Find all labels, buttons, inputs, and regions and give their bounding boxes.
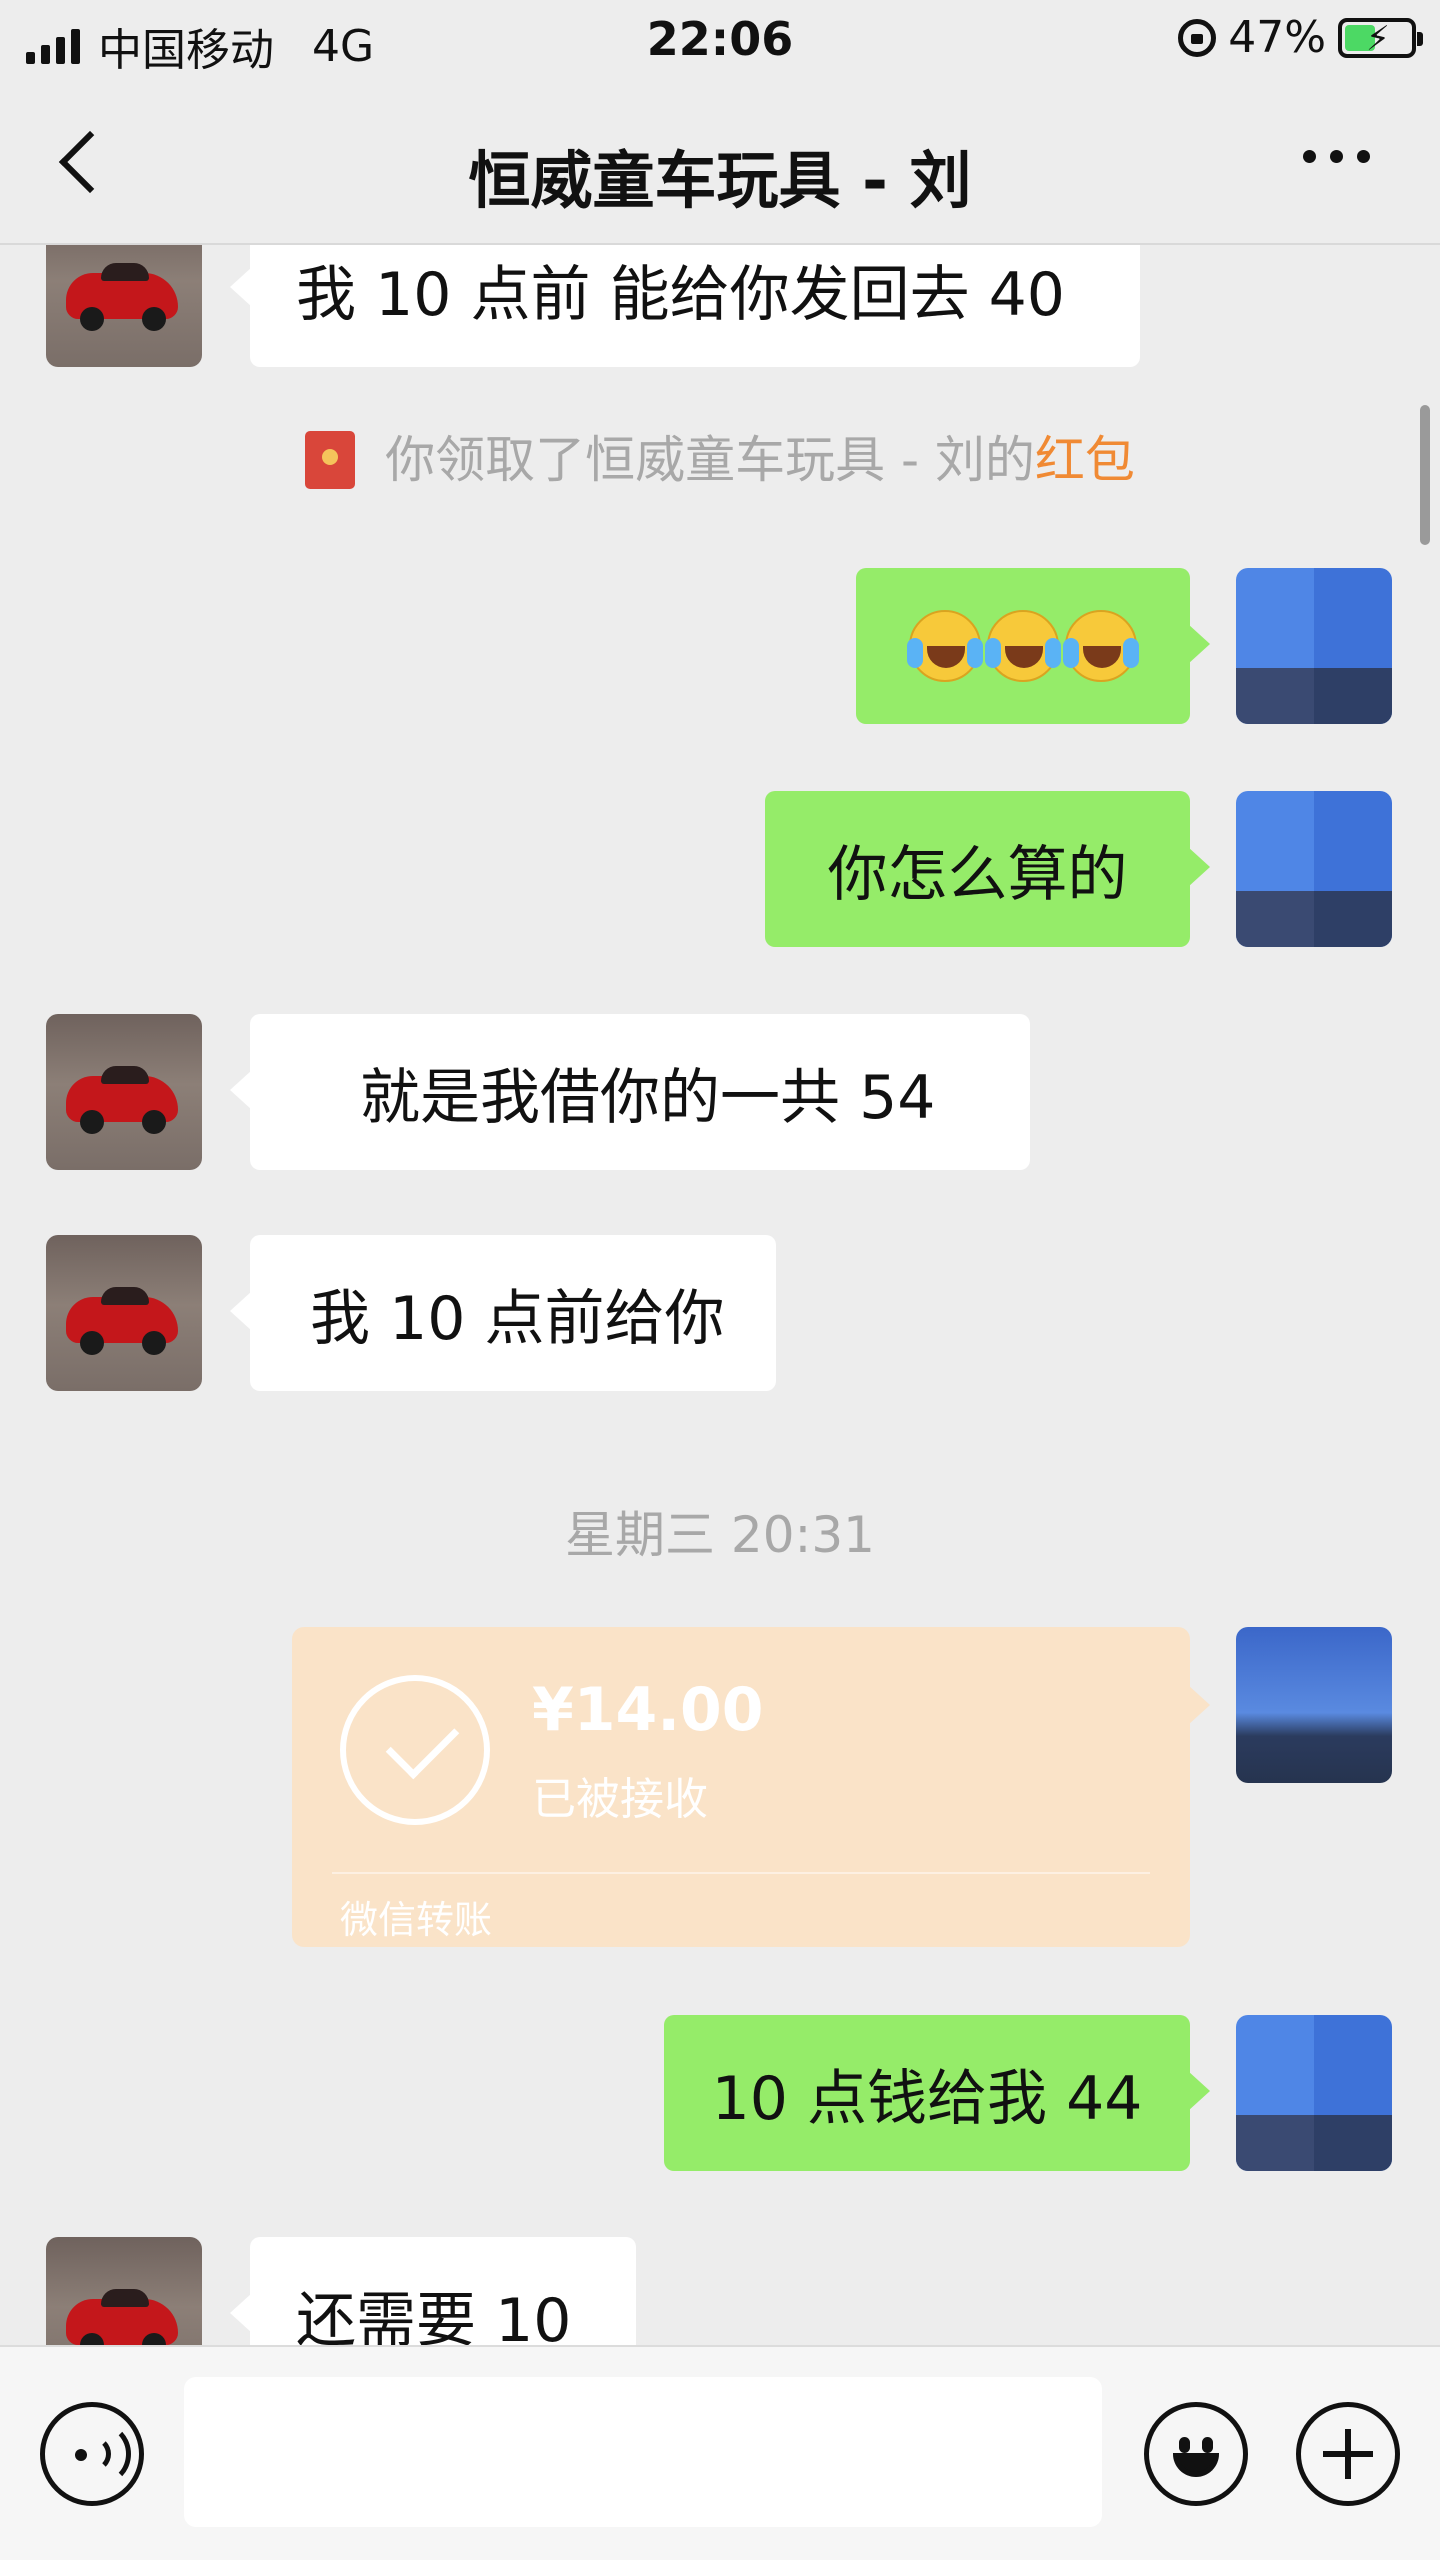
avatar-wheel xyxy=(142,307,166,331)
charging-bolt-icon: ⚡ xyxy=(1366,18,1390,59)
laugh-cry-emoji-icon xyxy=(1063,610,1139,682)
redpacket-notice-text: 你领取了恒威童车玩具 - 刘的 xyxy=(385,431,1035,489)
smiley-eye-icon xyxy=(1179,2437,1190,2453)
timestamp: 星期三 20:31 xyxy=(565,1506,875,1564)
more-options-button[interactable] xyxy=(1303,150,1370,163)
contact-avatar[interactable] xyxy=(46,245,202,367)
transfer-status: 已被接收 xyxy=(532,1774,708,1825)
message-text: 我 10 点前给你 xyxy=(310,1283,725,1354)
message-input[interactable] xyxy=(184,2377,1102,2527)
transfer-divider xyxy=(332,1872,1150,1874)
status-right: 47% ⚡ xyxy=(1178,12,1423,63)
transfer-card[interactable]: ¥14.00 已被接收 微信转账 xyxy=(292,1627,1210,1947)
redpacket-notice: 你领取了恒威童车玩具 - 刘的红包 xyxy=(0,420,1440,493)
message-text: 就是我借你的一共 54 xyxy=(360,1062,936,1133)
message-text: 你怎么算的 xyxy=(827,839,1128,910)
laugh-cry-emoji-icon xyxy=(985,610,1061,682)
emoji-button[interactable] xyxy=(1144,2402,1248,2506)
chat-title: 恒威童车玩具 - 刘 xyxy=(468,144,972,217)
check-circle-icon xyxy=(340,1675,490,1825)
message-bubble-outgoing[interactable]: 你怎么算的 xyxy=(765,791,1210,947)
more-dot-icon xyxy=(1330,150,1343,163)
avatar-wheel xyxy=(80,1331,104,1355)
chat-message-list[interactable]: 我 10 点前 能给你发回去 40 你领取了恒威童车玩具 - 刘的红包 你怎么算… xyxy=(0,245,1440,2345)
transfer-label: 微信转账 xyxy=(340,1898,493,1942)
message-text: 我 10 点前 能给你发回去 40 xyxy=(296,259,1065,330)
smiley-mouth-icon xyxy=(1173,2453,1219,2477)
battery-icon: ⚡ xyxy=(1338,17,1423,59)
message-bubble-incoming[interactable]: 我 10 点前 能给你发回去 40 xyxy=(230,245,1140,367)
more-dot-icon xyxy=(1303,150,1316,163)
my-avatar[interactable] xyxy=(1236,791,1392,947)
redpacket-link[interactable]: 红包 xyxy=(1035,431,1135,489)
emoji-row xyxy=(907,610,1139,682)
redpacket-icon xyxy=(305,430,356,489)
avatar-wheel xyxy=(80,2333,104,2345)
contact-avatar[interactable] xyxy=(46,2237,202,2345)
more-dot-icon xyxy=(1357,150,1370,163)
message-bubble-outgoing[interactable] xyxy=(856,568,1210,724)
my-avatar[interactable] xyxy=(1236,2015,1392,2171)
message-bubble-outgoing[interactable]: 10 点钱给我 44 xyxy=(664,2015,1210,2171)
avatar-wheel xyxy=(80,307,104,331)
avatar-wheel xyxy=(142,1331,166,1355)
input-bar xyxy=(0,2345,1440,2560)
contact-avatar[interactable] xyxy=(46,1014,202,1170)
laugh-cry-emoji-icon xyxy=(907,610,983,682)
avatar-wheel xyxy=(142,1110,166,1134)
battery-percent: 47% xyxy=(1228,12,1326,63)
smiley-eye-icon xyxy=(1202,2437,1213,2453)
message-bubble-incoming[interactable]: 我 10 点前给你 xyxy=(230,1235,776,1391)
message-bubble-incoming[interactable]: 还需要 10 xyxy=(230,2237,636,2346)
more-functions-button[interactable] xyxy=(1296,2402,1400,2506)
avatar-wheel xyxy=(142,2333,166,2345)
status-bar: 中国移动 4G 22:06 47% ⚡ xyxy=(0,0,1440,80)
avatar-wheel xyxy=(80,1110,104,1134)
my-avatar[interactable] xyxy=(1236,568,1392,724)
voice-input-button[interactable] xyxy=(40,2402,144,2506)
rotation-lock-icon xyxy=(1178,18,1217,57)
message-text: 还需要 10 xyxy=(296,2285,572,2346)
voice-wave-icon xyxy=(73,2423,131,2485)
contact-avatar[interactable] xyxy=(46,1235,202,1391)
my-avatar[interactable] xyxy=(1236,1627,1392,1783)
message-text: 10 点钱给我 44 xyxy=(711,2063,1143,2134)
message-bubble-incoming[interactable]: 就是我借你的一共 54 xyxy=(230,1014,1030,1170)
transfer-amount: ¥14.00 xyxy=(532,1675,764,1745)
nav-bar: 恒威童车玩具 - 刘 xyxy=(0,80,1440,245)
